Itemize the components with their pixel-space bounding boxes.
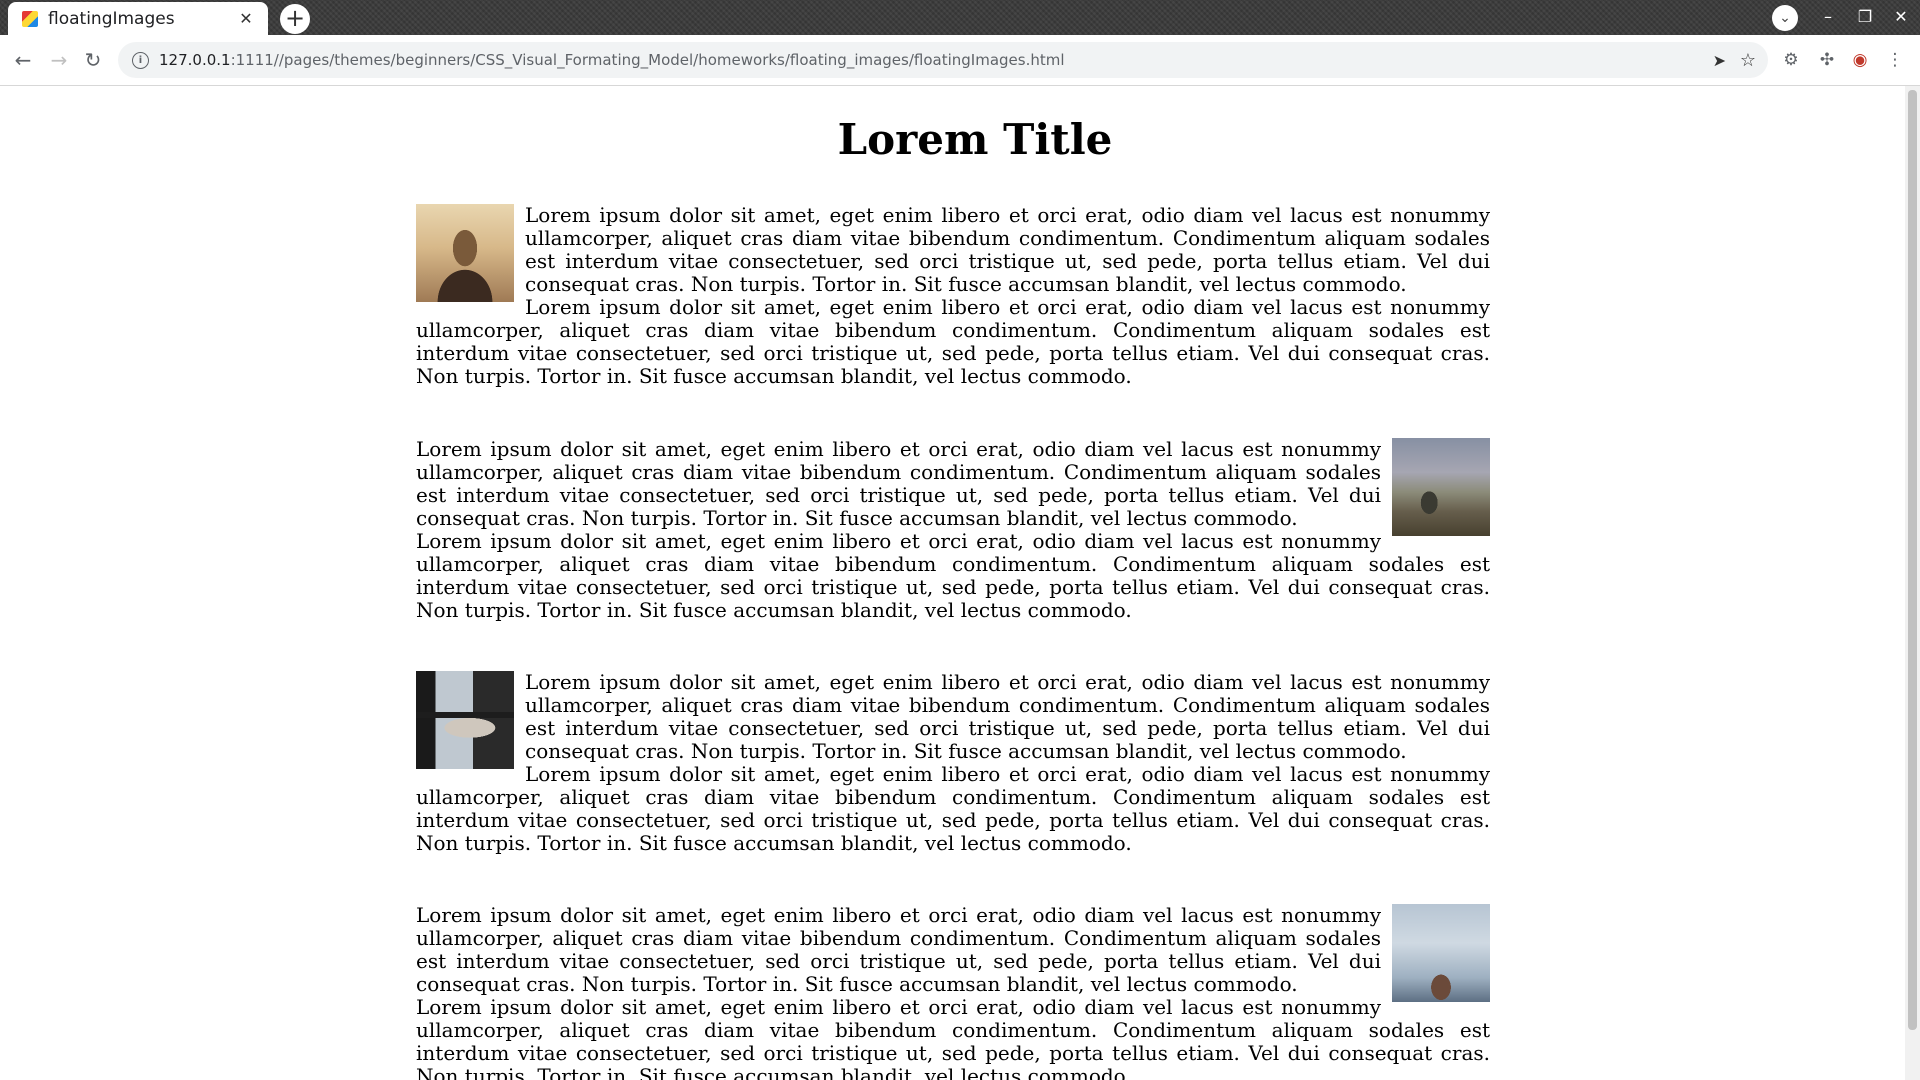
- send-icon[interactable]: ➤: [1713, 51, 1726, 70]
- sky-photo: [1392, 904, 1490, 1002]
- reload-icon[interactable]: ↻: [80, 47, 106, 73]
- puzzle-icon[interactable]: ✣: [1815, 47, 1839, 73]
- woman-photo: [416, 204, 514, 302]
- mountain-photo: [1392, 438, 1490, 536]
- page-title: Lorem Title: [837, 115, 1113, 164]
- section-3-paragraph-1: Lorem ipsum dolor sit amet, eget enim li…: [525, 670, 1490, 763]
- content-section-2: Lorem ipsum dolor sit amet, eget enim li…: [416, 438, 1490, 622]
- page-viewport: Lorem Title Lorem ipsum dolor sit amet, …: [0, 86, 1905, 1080]
- maximize-icon[interactable]: ❐: [1850, 4, 1880, 30]
- content-section-3: Lorem ipsum dolor sit amet, eget enim li…: [416, 671, 1490, 855]
- section-4-paragraph-2: Lorem ipsum dolor sit amet, eget enim li…: [416, 995, 1490, 1080]
- vertical-scrollbar[interactable]: [1905, 86, 1920, 1080]
- section-2-paragraph-2: Lorem ipsum dolor sit amet, eget enim li…: [416, 529, 1490, 622]
- tab-title: floatingImages: [48, 8, 175, 29]
- section-1-paragraph-2: Lorem ipsum dolor sit amet, eget enim li…: [416, 295, 1490, 388]
- tab-close-icon[interactable]: ✕: [236, 9, 256, 28]
- url-host: 127.0.0.1: [159, 51, 231, 69]
- menu-icon[interactable]: ⋮: [1883, 47, 1907, 73]
- section-4-paragraph-1: Lorem ipsum dolor sit amet, eget enim li…: [416, 903, 1381, 996]
- content-section-1: Lorem ipsum dolor sit amet, eget enim li…: [416, 204, 1490, 388]
- section-1-paragraph-1: Lorem ipsum dolor sit amet, eget enim li…: [525, 203, 1490, 296]
- extension-icon[interactable]: ⚙: [1779, 47, 1803, 73]
- forward-icon[interactable]: →: [46, 47, 72, 73]
- address-bar[interactable]: i 127.0.0.1 :1111//pages/themes/beginner…: [118, 42, 1768, 78]
- profile-icon[interactable]: ◉: [1848, 47, 1872, 73]
- info-icon[interactable]: i: [132, 51, 149, 69]
- browser-toolbar: ← → ↻ i 127.0.0.1 :1111//pages/themes/be…: [0, 35, 1920, 86]
- section-3-paragraph-2: Lorem ipsum dolor sit amet, eget enim li…: [416, 762, 1490, 855]
- new-tab-button[interactable]: +: [280, 4, 310, 34]
- close-window-icon[interactable]: ✕: [1886, 4, 1916, 30]
- sofa-photo: [416, 671, 514, 769]
- tab-strip: floatingImages ✕ + ⌄ – ❐ ✕: [0, 0, 1920, 35]
- content-section-4: Lorem ipsum dolor sit amet, eget enim li…: [416, 904, 1490, 1080]
- scrollbar-thumb[interactable]: [1908, 90, 1917, 1030]
- section-2-paragraph-1: Lorem ipsum dolor sit amet, eget enim li…: [416, 437, 1381, 530]
- back-icon[interactable]: ←: [10, 47, 36, 73]
- tab-search-icon[interactable]: ⌄: [1772, 5, 1798, 31]
- url-path: :1111//pages/themes/beginners/CSS_Visual…: [230, 51, 1065, 69]
- favicon-icon: [22, 10, 38, 27]
- star-icon[interactable]: ☆: [1740, 50, 1756, 71]
- minimize-icon[interactable]: –: [1813, 4, 1843, 30]
- browser-tab[interactable]: floatingImages ✕: [8, 2, 268, 35]
